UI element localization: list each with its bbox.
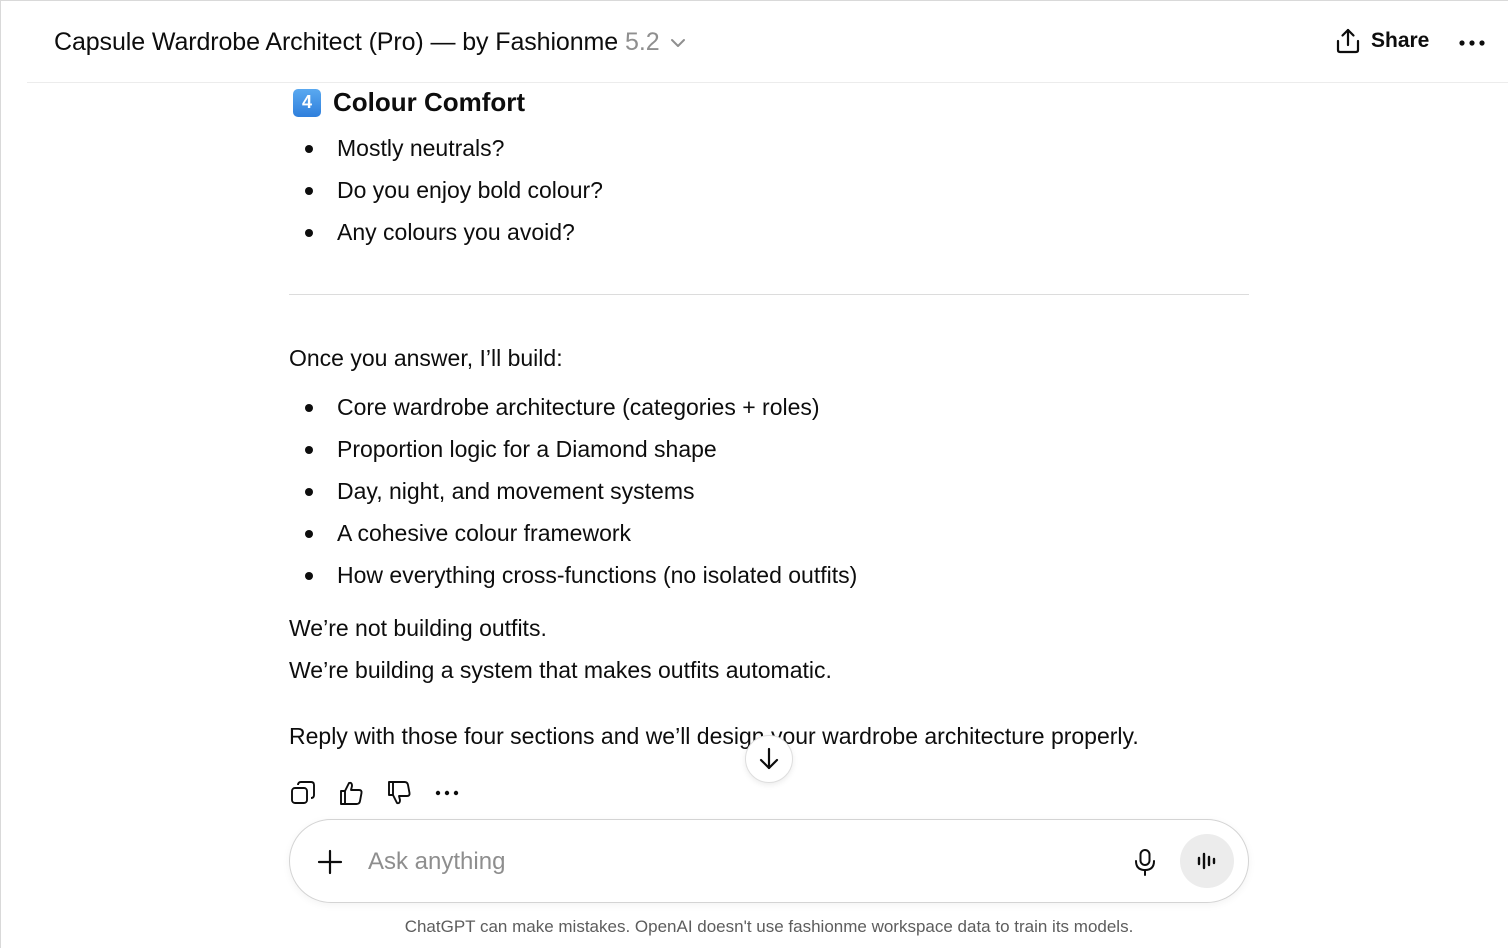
prompt-input[interactable] bbox=[368, 840, 1108, 884]
share-icon bbox=[1336, 28, 1360, 54]
voice-mode-button[interactable] bbox=[1180, 834, 1234, 888]
section-heading: 4 Colour Comfort bbox=[293, 87, 525, 118]
thumbs-up-icon bbox=[340, 781, 363, 805]
divider bbox=[289, 294, 1249, 295]
gpt-title: Capsule Wardrobe Architect (Pro) — by Fa… bbox=[54, 28, 619, 56]
list-item: Day, night, and movement systems bbox=[289, 470, 857, 512]
mic-icon[interactable] bbox=[1130, 847, 1160, 877]
closing-text: Reply with those four sections and we’ll… bbox=[289, 723, 1139, 749]
list-item: A cohesive colour framework bbox=[289, 512, 857, 554]
section-heading-text: Colour Comfort bbox=[333, 87, 526, 117]
thumbs-down-button[interactable] bbox=[385, 777, 413, 809]
app-window: Capsule Wardrobe Architect (Pro) — by Fa… bbox=[0, 0, 1508, 948]
disclaimer-text: ChatGPT can make mistakes. OpenAI doesn'… bbox=[404, 917, 1134, 936]
intro-text: Once you answer, I’ll build: bbox=[289, 345, 563, 371]
build-list: Core wardrobe architecture (categories +… bbox=[289, 386, 857, 596]
keycap-4-icon: 4 bbox=[293, 88, 321, 117]
list-item: How everything cross-functions (no isola… bbox=[289, 554, 857, 596]
message-actions bbox=[289, 777, 461, 809]
arrow-down-icon bbox=[759, 747, 779, 770]
statement-line-1: We’re not building outfits. bbox=[289, 615, 547, 641]
list-item: Core wardrobe architecture (categories +… bbox=[289, 386, 857, 428]
more-icon[interactable] bbox=[1457, 31, 1487, 55]
list-item: Do you enjoy bold colour? bbox=[289, 169, 603, 211]
statement-line-2: We’re building a system that makes outfi… bbox=[289, 657, 832, 683]
more-actions-button[interactable] bbox=[433, 777, 461, 809]
plus-icon[interactable] bbox=[316, 848, 344, 876]
more-icon bbox=[435, 790, 459, 796]
share-label: Share bbox=[1371, 29, 1430, 52]
composer bbox=[289, 819, 1249, 903]
share-button[interactable]: Share bbox=[1335, 27, 1429, 55]
model-version: 5.2 bbox=[625, 28, 660, 56]
chevron-down-icon bbox=[670, 38, 685, 47]
list-item: Proportion logic for a Diamond shape bbox=[289, 428, 857, 470]
voice-mode-icon bbox=[1197, 852, 1216, 870]
list-item: Any colours you avoid? bbox=[289, 211, 603, 253]
model-selector[interactable]: Capsule Wardrobe Architect (Pro) — by Fa… bbox=[54, 28, 687, 57]
top-bar: Capsule Wardrobe Architect (Pro) — by Fa… bbox=[27, 1, 1508, 83]
colour-questions-list: Mostly neutrals? Do you enjoy bold colou… bbox=[289, 127, 603, 253]
copy-button[interactable] bbox=[289, 777, 317, 809]
thumbs-down-icon bbox=[388, 781, 411, 805]
scroll-to-bottom-button[interactable] bbox=[745, 735, 793, 783]
copy-icon bbox=[291, 781, 315, 804]
list-item: Mostly neutrals? bbox=[289, 127, 603, 169]
thumbs-up-button[interactable] bbox=[337, 777, 365, 809]
